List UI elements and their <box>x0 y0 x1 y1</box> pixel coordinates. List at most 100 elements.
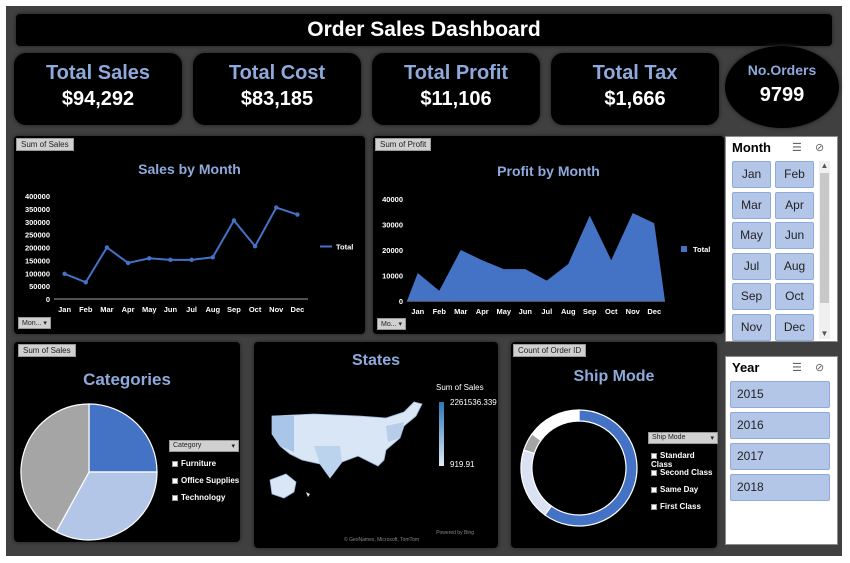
x-tick-label: May <box>496 307 511 316</box>
legend-marker <box>681 246 687 252</box>
x-tick-label: Jan <box>58 305 71 314</box>
legend-item[interactable]: Second Class <box>651 468 712 477</box>
y-tick-label: 250000 <box>25 231 50 240</box>
clear-filter-icon[interactable]: ⊘ <box>815 361 824 374</box>
x-tick-label: Sep <box>227 305 241 314</box>
page-title: Order Sales Dashboard <box>307 18 541 41</box>
clear-filter-icon[interactable]: ⊘ <box>815 141 824 154</box>
kpi-label: Total Profit <box>403 62 509 84</box>
year-button[interactable]: 2015 <box>730 381 830 408</box>
map-color-scale <box>439 402 444 466</box>
scroll-up-icon[interactable]: ▲ <box>819 161 830 171</box>
month-button[interactable]: Mar <box>732 191 771 219</box>
scroll-down-icon[interactable]: ▼ <box>819 329 830 339</box>
scroll-thumb[interactable] <box>820 173 829 303</box>
data-point <box>252 244 258 249</box>
month-button[interactable]: Aug <box>775 252 814 280</box>
pie-slice <box>88 403 158 473</box>
month-button[interactable]: Apr <box>775 191 814 219</box>
month-button[interactable]: Feb <box>775 161 814 188</box>
x-tick-label: Jun <box>519 307 533 316</box>
legend-item[interactable]: Same Day <box>651 485 698 494</box>
category-filter-button[interactable]: Category ▾ <box>169 440 239 452</box>
kpi-total-sales: Total Sales $94,292 <box>14 53 182 125</box>
month-button[interactable]: Jul <box>732 252 771 280</box>
ship-mode-filter-button[interactable]: Ship Mode ▾ <box>648 432 718 444</box>
month-button[interactable]: Jan <box>732 161 771 188</box>
dropdown-icon: ▾ <box>43 320 47 327</box>
month-button[interactable]: Nov <box>732 313 771 341</box>
x-tick-label: Jun <box>164 305 178 314</box>
line-series <box>64 206 298 284</box>
month-button[interactable]: May <box>732 222 771 249</box>
pie-slice <box>544 409 638 527</box>
kpi-orders: No.Orders 9799 <box>725 46 839 128</box>
filter-label: Mon... <box>22 320 42 327</box>
legend-item[interactable]: Standard Class <box>651 451 717 469</box>
x-tick-label: Oct <box>605 307 618 316</box>
month-button[interactable]: Dec <box>775 313 814 341</box>
data-point <box>189 257 194 263</box>
us-states-map[interactable] <box>254 342 498 548</box>
data-point <box>295 212 300 217</box>
y-tick-label: 30000 <box>382 221 403 230</box>
filter-label: Category <box>173 442 202 449</box>
multi-select-icon[interactable]: ☰ <box>792 361 802 374</box>
month-button[interactable]: Oct <box>775 283 814 310</box>
year-button[interactable]: 2017 <box>730 443 830 470</box>
data-point <box>274 205 279 210</box>
x-tick-label: Mar <box>454 307 467 316</box>
data-point <box>104 245 110 250</box>
x-tick-label: Apr <box>122 305 135 314</box>
month-slicer: Month ☰ ⊘ Jan Feb Mar Apr May Jun Jul Aug Sep Oct… <box>725 136 838 342</box>
legend-marker <box>172 461 178 467</box>
x-tick-label: Nov <box>626 307 641 316</box>
month-filter-button[interactable]: Mon... ▾ <box>18 317 51 329</box>
us-region-west <box>272 416 294 452</box>
legend-marker <box>172 495 178 501</box>
slicer-header: Month <box>732 140 771 155</box>
legend-item[interactable]: Furniture <box>172 459 216 468</box>
legend-item[interactable]: Technology <box>172 493 225 502</box>
data-point <box>210 255 215 260</box>
kpi-label: Total Sales <box>45 62 151 84</box>
alaska-shape <box>269 473 297 499</box>
data-point <box>168 257 173 263</box>
month-button[interactable]: Sep <box>732 283 771 310</box>
legend-label: Total <box>336 243 353 252</box>
month-filter-button[interactable]: Mo... ▾ <box>377 318 407 330</box>
legend-label: Second Class <box>660 468 713 477</box>
x-tick-label: Aug <box>561 307 576 316</box>
sales-line-chart: 0 50000 100000 150000 200000 250000 300000 3500… <box>25 192 353 314</box>
x-tick-label: Feb <box>433 307 447 316</box>
scrollbar[interactable]: ▲ ▼ <box>819 161 830 339</box>
slicer-header: Year <box>732 360 760 375</box>
x-tick-label: Jul <box>541 307 552 316</box>
legend-label: Standard Class <box>651 451 695 469</box>
year-button[interactable]: 2018 <box>730 474 830 501</box>
multi-select-icon[interactable]: ☰ <box>792 141 802 154</box>
kpi-label: Total Tax <box>592 62 678 84</box>
kpi-label: Total Cost <box>228 62 326 84</box>
month-button[interactable]: Jun <box>775 222 814 249</box>
data-point <box>125 260 131 266</box>
kpi-total-profit: Total Profit $11,106 <box>372 53 540 125</box>
y-tick-label: 20000 <box>382 246 403 255</box>
us-mainland-shape <box>271 401 423 479</box>
data-point <box>62 271 67 276</box>
x-tick-label: Feb <box>79 305 93 314</box>
legend-marker <box>651 470 657 476</box>
legend-item[interactable]: Office Supplies <box>172 476 239 485</box>
hawaii-shape <box>306 492 310 497</box>
dropdown-icon: ▾ <box>398 321 403 328</box>
kpi-value: $11,106 <box>420 88 492 110</box>
data-point <box>147 256 152 261</box>
kpi-value: $83,185 <box>240 88 314 110</box>
legend-marker <box>651 453 657 459</box>
legend-item[interactable]: First Class <box>651 502 701 511</box>
x-tick-label: Dec <box>291 305 305 314</box>
year-button[interactable]: 2016 <box>730 412 830 439</box>
x-tick-label: Jan <box>411 307 424 316</box>
dropdown-icon: ▾ <box>710 435 714 442</box>
sales-by-month-panel: Sum of Sales Sales by Month 0 50000 100000… <box>14 136 365 334</box>
